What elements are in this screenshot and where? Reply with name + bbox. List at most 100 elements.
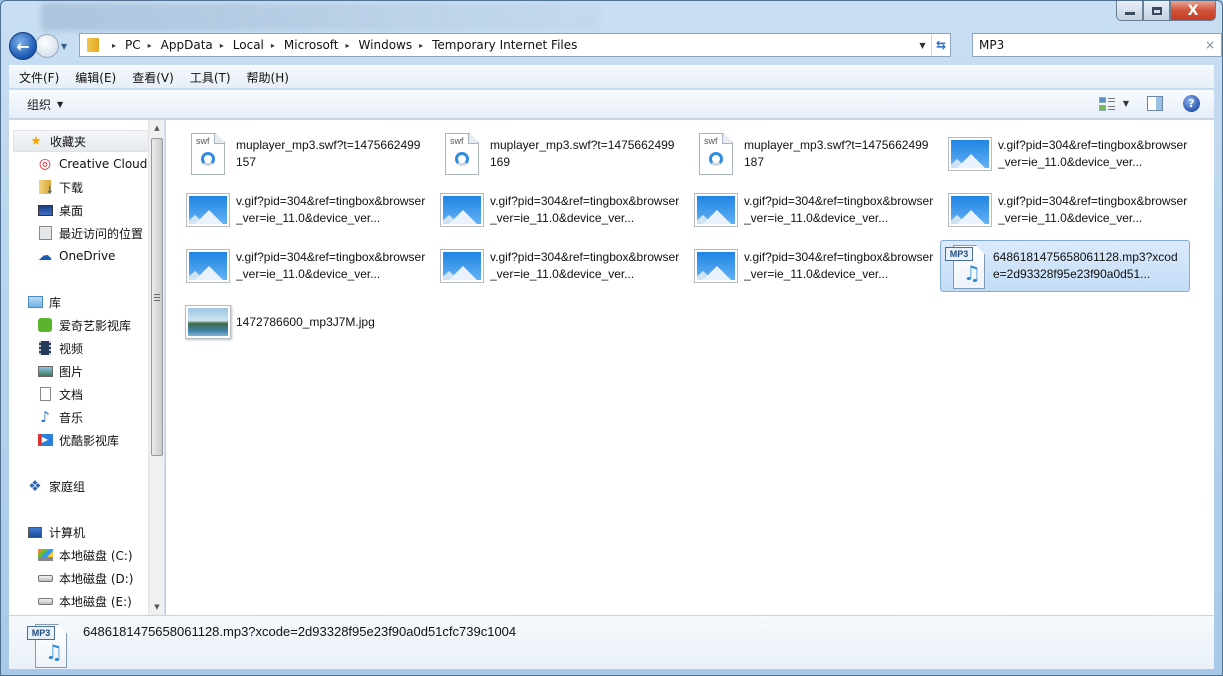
scroll-down-arrow-icon[interactable]: ▼ [149, 599, 164, 615]
menu-view[interactable]: 查看(V) [132, 69, 174, 86]
pictures-icon [37, 363, 53, 379]
breadcrumb-segment: ▸ PC [105, 38, 141, 52]
navigation-scrollbar[interactable]: ▲ ▼ [148, 120, 164, 615]
change-view-icon[interactable] [1098, 96, 1115, 111]
refresh-icon[interactable]: ⇆ [932, 34, 950, 56]
nav-libraries[interactable]: 库 [27, 291, 61, 313]
nav-creative-cloud[interactable]: ◎ Creative Cloud [37, 153, 148, 175]
nav-drive-c[interactable]: 本地磁盘 (C:) [37, 544, 133, 566]
breadcrumb-arrow-icon[interactable]: ▸ [148, 41, 152, 50]
file-item[interactable]: 1472786600_mp3J7M.jpg [184, 296, 434, 348]
file-item[interactable]: swf muplayer_mp3.swf?t=1475662499187 [692, 128, 942, 180]
help-icon[interactable]: ? [1183, 95, 1200, 112]
back-button[interactable]: ← [9, 32, 37, 60]
file-item[interactable]: v.gif?pid=304&ref=tingbox&browser_ver=ie… [692, 240, 942, 292]
search-input[interactable] [979, 38, 1189, 52]
breadcrumb-item[interactable]: AppData [161, 38, 213, 52]
file-item[interactable]: swf muplayer_mp3.swf?t=1475662499157 [184, 128, 434, 180]
nav-item-label: 本地磁盘 (D:) [59, 571, 134, 586]
forward-button[interactable] [35, 34, 59, 58]
menu-edit[interactable]: 编辑(E) [75, 69, 116, 86]
breadcrumb-item[interactable]: Windows [359, 38, 413, 52]
nav-desktop[interactable]: 桌面 [37, 199, 83, 221]
nav-videos[interactable]: 视频 [37, 337, 83, 359]
nav-favorites[interactable]: ★ 收藏夹 [13, 130, 149, 152]
breadcrumb-arrow-icon[interactable]: ▸ [419, 41, 423, 50]
drive-icon [37, 570, 53, 586]
nav-recent-places[interactable]: 最近访问的位置 [37, 222, 143, 244]
menu-file[interactable]: 文件(F) [19, 69, 59, 86]
file-list: swf muplayer_mp3.swf?t=1475662499157 swf mu… [166, 120, 1214, 615]
close-icon: X [1187, 2, 1199, 19]
nav-onedrive[interactable]: ☁ OneDrive [37, 245, 115, 267]
file-item[interactable]: MP3 ♫ 6486181475658061128.mp3?xcode=2d9332… [940, 240, 1190, 292]
nav-libraries-label: 库 [49, 295, 62, 310]
maximize-button[interactable] [1143, 1, 1170, 21]
file-name: 1472786600_mp3J7M.jpg [236, 314, 375, 329]
nav-homegroup[interactable]: ❖ 家庭组 [27, 475, 85, 497]
breadcrumb-segment: ▸ Windows [339, 38, 413, 52]
file-item[interactable]: v.gif?pid=304&ref=tingbox&browser_ver=ie… [692, 184, 942, 236]
menu-tools[interactable]: 工具(T) [190, 69, 231, 86]
breadcrumb-item[interactable]: PC [125, 38, 141, 52]
breadcrumb-segment: ▸ Local [213, 38, 264, 52]
folder-icon [87, 38, 99, 52]
nav-item-label: 本地磁盘 (E:) [59, 594, 132, 609]
back-arrow-icon: ← [16, 36, 30, 56]
nav-downloads[interactable]: ↓ 下载 [37, 176, 83, 198]
menu-help[interactable]: 帮助(H) [247, 69, 289, 86]
computer-icon [27, 524, 43, 540]
scroll-up-arrow-icon[interactable]: ▲ [149, 120, 164, 136]
breadcrumb-segment: ▸ Microsoft [264, 38, 339, 52]
file-name: v.gif?pid=304&ref=tingbox&browser_ver=ie… [490, 194, 680, 225]
view-options-dropdown[interactable]: ▼ [1123, 99, 1129, 108]
image-file-icon [946, 130, 994, 178]
file-name: v.gif?pid=304&ref=tingbox&browser_ver=ie… [744, 194, 934, 225]
grip-icon [154, 293, 160, 301]
address-actions: ▼ ⇆ [914, 34, 950, 56]
navigation-bar: ← ▼ ▸ PC ▸ AppData ▸ Local ▸ Microsoft ▸ Windows ▸… [9, 32, 1222, 60]
organize-label: 组织 [27, 97, 52, 112]
image-file-icon [946, 186, 994, 234]
nav-drive-d[interactable]: 本地磁盘 (D:) [37, 567, 133, 589]
clear-search-icon[interactable]: × [1205, 38, 1215, 52]
file-item[interactable]: v.gif?pid=304&ref=tingbox&browser_ver=ie… [438, 184, 688, 236]
file-item[interactable]: swf muplayer_mp3.swf?t=1475662499169 [438, 128, 688, 180]
swf-file-icon: swf [438, 130, 486, 178]
nav-documents[interactable]: 文档 [37, 383, 83, 405]
breadcrumb-arrow-icon[interactable]: ▸ [112, 41, 116, 50]
nav-iqiyi[interactable]: 爱奇艺影视库 [37, 314, 131, 336]
documents-icon [37, 386, 53, 402]
swf-file-icon: swf [692, 130, 740, 178]
breadcrumb-item[interactable]: Temporary Internet Files [432, 38, 577, 52]
image-file-icon [438, 186, 486, 234]
file-item[interactable]: v.gif?pid=304&ref=tingbox&browser_ver=ie… [946, 128, 1196, 180]
close-button[interactable]: X [1170, 1, 1216, 21]
scrollbar-thumb[interactable] [151, 138, 163, 456]
address-dropdown-button[interactable]: ▼ [914, 34, 932, 56]
nav-pictures[interactable]: 图片 [37, 360, 83, 382]
photo-thumbnail-icon [184, 298, 232, 346]
breadcrumb-item[interactable]: Local [233, 38, 264, 52]
file-item[interactable]: v.gif?pid=304&ref=tingbox&browser_ver=ie… [184, 240, 434, 292]
nav-music[interactable]: ♪ 音乐 [37, 406, 83, 428]
nav-youku[interactable]: ▶ 优酷影视库 [37, 429, 119, 451]
file-name: muplayer_mp3.swf?t=1475662499187 [744, 138, 929, 169]
preview-pane-icon[interactable] [1147, 96, 1163, 111]
minimize-button[interactable] [1116, 1, 1143, 21]
desktop-icon [37, 202, 53, 218]
breadcrumb-arrow-icon[interactable]: ▸ [220, 41, 224, 50]
file-item[interactable]: v.gif?pid=304&ref=tingbox&browser_ver=ie… [438, 240, 688, 292]
nav-drive-e[interactable]: 本地磁盘 (E:) [37, 590, 132, 612]
breadcrumb-arrow-icon[interactable]: ▸ [271, 41, 275, 50]
details-pane: MP3 ♫ 6486181475658061128.mp3?xcode=2d93… [9, 615, 1214, 669]
recent-pages-dropdown[interactable]: ▼ [61, 42, 71, 51]
command-bar: 组织 ▼ ▼ ? [9, 89, 1214, 119]
nav-computer[interactable]: 计算机 [27, 521, 85, 543]
file-item[interactable]: v.gif?pid=304&ref=tingbox&browser_ver=ie… [946, 184, 1196, 236]
file-item[interactable]: v.gif?pid=304&ref=tingbox&browser_ver=ie… [184, 184, 434, 236]
breadcrumb-item[interactable]: Microsoft [284, 38, 339, 52]
organize-button[interactable]: 组织 ▼ [27, 96, 63, 113]
address-bar[interactable]: ▸ PC ▸ AppData ▸ Local ▸ Microsoft ▸ Windows ▸ Temp… [79, 33, 951, 57]
breadcrumb-arrow-icon[interactable]: ▸ [346, 41, 350, 50]
